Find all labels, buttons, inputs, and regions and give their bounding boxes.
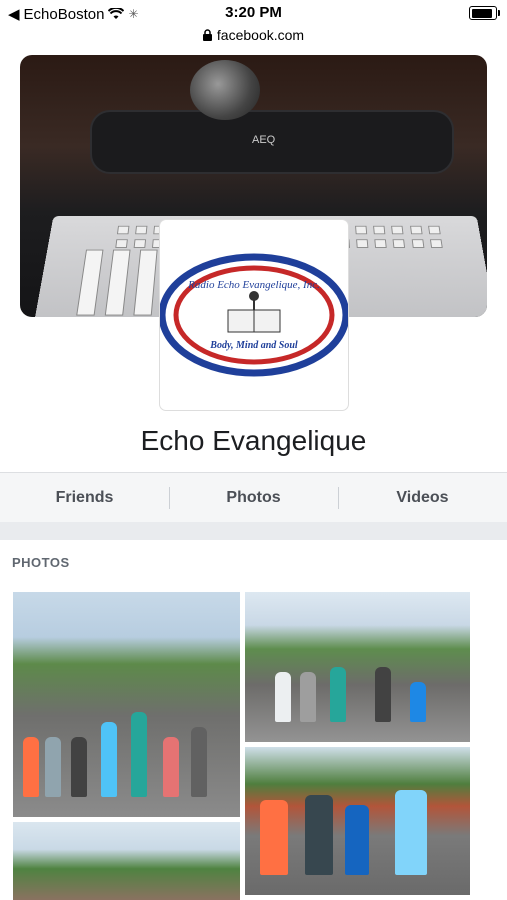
- url-bar[interactable]: facebook.com: [0, 24, 507, 46]
- lock-icon: [203, 29, 212, 41]
- microphone-graphic: [190, 60, 260, 120]
- photo-thumbnail[interactable]: [245, 747, 470, 895]
- photos-section-title: PHOTOS: [12, 555, 70, 570]
- photo-thumbnail[interactable]: [13, 592, 240, 817]
- page-title: Echo Evangelique: [0, 425, 507, 457]
- photo-thumbnail[interactable]: [245, 592, 470, 742]
- tab-photos[interactable]: Photos: [169, 473, 338, 523]
- section-divider: [0, 522, 507, 540]
- tab-videos[interactable]: Videos: [338, 473, 507, 523]
- radio-logo: Radio Echo Evangelique, Inc. Body, Mind …: [160, 220, 348, 410]
- url-text: facebook.com: [217, 27, 304, 43]
- status-bar: ◀ EchoBoston ✳ 3:20 PM: [0, 0, 507, 26]
- profile-tabs: Friends Photos Videos: [0, 472, 507, 523]
- tab-friends[interactable]: Friends: [0, 473, 169, 523]
- logo-bottom-text: Body, Mind and Soul: [209, 340, 298, 351]
- photo-thumbnail[interactable]: [13, 822, 240, 900]
- profile-picture[interactable]: Radio Echo Evangelique, Inc. Body, Mind …: [160, 220, 348, 410]
- logo-top-text: Radio Echo Evangelique, Inc.: [187, 279, 320, 291]
- battery-icon: [469, 6, 497, 20]
- status-time: 3:20 PM: [0, 4, 507, 21]
- rack-label: AEQ: [252, 134, 275, 146]
- rack-unit: AEQ: [90, 110, 454, 174]
